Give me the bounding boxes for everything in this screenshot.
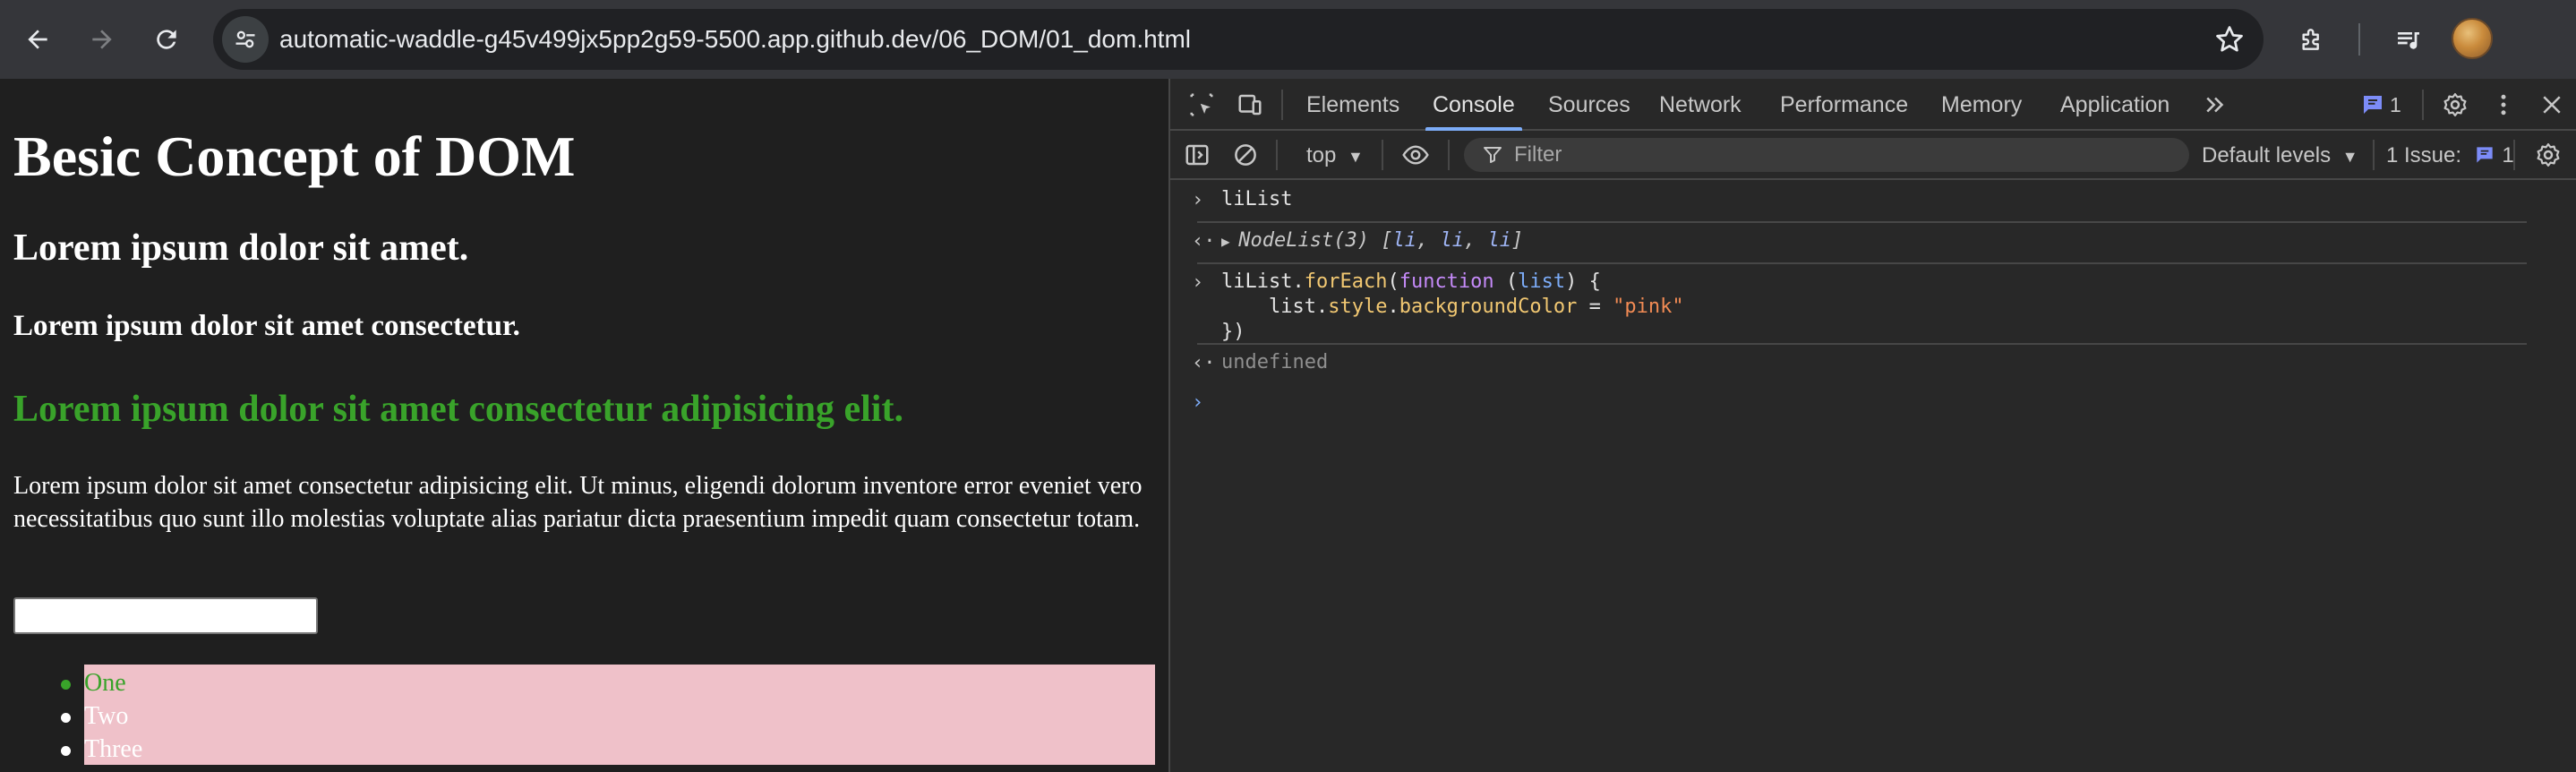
playlist-music-icon bbox=[2398, 32, 2419, 49]
page-heading-h2: Lorem ipsum dolor sit amet. bbox=[13, 227, 469, 269]
context-label: top bbox=[1306, 143, 1337, 167]
output-return-icon: ‹· bbox=[1192, 352, 1216, 374]
log-levels-dropdown[interactable]: Default levels ▼ bbox=[2202, 131, 2358, 180]
tab-application[interactable]: Application bbox=[2060, 79, 2169, 131]
log-levels-label: Default levels bbox=[2202, 143, 2332, 167]
profile-avatar[interactable] bbox=[2452, 18, 2493, 59]
console-input-forEach[interactable]: liList.forEach(function (list) { list.st… bbox=[1221, 270, 1684, 345]
tab-memory[interactable]: Memory bbox=[1941, 79, 2022, 131]
context-selector[interactable]: top ▼ bbox=[1306, 131, 1364, 180]
tab-console[interactable]: Console bbox=[1425, 79, 1522, 131]
messages-count[interactable]: 1 bbox=[2390, 91, 2401, 118]
output-return-icon: ‹· bbox=[1192, 230, 1216, 253]
nodelist-open: [ bbox=[1368, 229, 1393, 252]
console-filterbar: top ▼ Filter Default levels ▼ 1 Issue: 1 bbox=[1170, 131, 2576, 180]
row-divider bbox=[1197, 343, 2527, 345]
device-toolbar-icon[interactable] bbox=[1235, 90, 1265, 120]
reload-icon bbox=[157, 30, 176, 49]
bookmark-star-icon[interactable] bbox=[2213, 23, 2246, 56]
toolbar-divider bbox=[2358, 23, 2360, 56]
list-item-two: Two bbox=[84, 702, 129, 730]
nodelist-label: NodeList(3) bbox=[1238, 229, 1369, 252]
tabbar-divider bbox=[1281, 90, 1283, 120]
live-expression-eye-icon[interactable] bbox=[1398, 140, 1433, 170]
console-settings-gear-icon[interactable] bbox=[2533, 140, 2563, 170]
input-text: liList bbox=[1221, 188, 1293, 210]
back-button[interactable] bbox=[14, 16, 61, 63]
tabbar-divider bbox=[2422, 90, 2424, 120]
list-bullet bbox=[61, 680, 71, 690]
settings-gear-icon[interactable] bbox=[2440, 90, 2470, 120]
list-bullet bbox=[61, 713, 71, 723]
filterbar-divider bbox=[2513, 140, 2515, 170]
media-controls-button[interactable] bbox=[2385, 16, 2432, 63]
console-input-liList[interactable]: liList bbox=[1221, 187, 1292, 212]
row-divider bbox=[1197, 262, 2527, 264]
arrow-left-icon bbox=[28, 30, 47, 49]
forward-button[interactable] bbox=[79, 16, 125, 63]
issues-button[interactable]: 1 Issue: 1 bbox=[2386, 131, 2514, 180]
list-item-three: Three bbox=[84, 735, 143, 763]
filterbar-divider bbox=[1276, 140, 1278, 170]
reload-button[interactable] bbox=[143, 16, 190, 63]
list-bullet bbox=[61, 746, 71, 756]
filter-funnel-icon bbox=[1484, 147, 1502, 163]
puzzle-icon bbox=[2302, 29, 2319, 50]
nodelist-item: li bbox=[1440, 229, 1464, 252]
row-divider bbox=[1197, 221, 2527, 223]
page-heading-h1: Besic Concept of DOM bbox=[13, 124, 576, 188]
expand-triangle-icon[interactable]: ▶ bbox=[1221, 233, 1238, 250]
nodelist-item: li bbox=[1392, 229, 1416, 252]
devtools-tabbar: Elements Console Sources Network Perform… bbox=[1170, 79, 2576, 131]
tab-elements[interactable]: Elements bbox=[1306, 79, 1399, 131]
filter-placeholder: Filter bbox=[1514, 142, 1562, 167]
sidebar-toggle-icon[interactable] bbox=[1183, 141, 1211, 169]
console-prompt-chevron-icon[interactable]: › bbox=[1192, 391, 1203, 414]
devtools-panel: Elements Console Sources Network Perform… bbox=[1168, 79, 2576, 772]
caret-down-icon: ▼ bbox=[1348, 148, 1364, 166]
console-output-undefined: undefined bbox=[1221, 351, 1329, 373]
more-tabs-chevron-icon[interactable] bbox=[2202, 91, 2229, 118]
page-heading-h3: Lorem ipsum dolor sit amet consectetur. bbox=[13, 310, 520, 342]
page-text-input[interactable] bbox=[13, 597, 318, 634]
arrow-right-icon bbox=[92, 30, 112, 49]
tab-network[interactable]: Network bbox=[1659, 79, 1742, 131]
page-paragraph: Lorem ipsum dolor sit amet consectetur a… bbox=[13, 472, 1143, 533]
page-heading-green: Lorem ipsum dolor sit amet consectetur a… bbox=[13, 389, 903, 430]
console-log[interactable]: › liList ‹· ▶ NodeList(3) [li, li, li] › liLi… bbox=[1170, 180, 2576, 772]
url-text[interactable]: automatic-waddle-g45v499jx5pp2g59-5500.a… bbox=[279, 9, 1191, 70]
tab-performance[interactable]: Performance bbox=[1780, 79, 1908, 131]
page-viewport: Besic Concept of DOM Lorem ipsum dolor s… bbox=[0, 79, 1168, 772]
console-filter-input[interactable]: Filter bbox=[1464, 138, 2189, 172]
input-chevron-icon: › bbox=[1192, 189, 1204, 211]
nodelist-item: li bbox=[1487, 229, 1511, 252]
filterbar-divider bbox=[2373, 140, 2375, 170]
tab-sources[interactable]: Sources bbox=[1548, 79, 1630, 131]
kebab-menu-icon[interactable] bbox=[2488, 90, 2519, 120]
list-pink-background bbox=[84, 665, 1155, 765]
filterbar-divider bbox=[1382, 140, 1383, 170]
list-item-one: One bbox=[84, 669, 126, 697]
filterbar-divider bbox=[1448, 140, 1450, 170]
close-devtools-icon[interactable] bbox=[2537, 90, 2567, 120]
clear-console-icon[interactable] bbox=[1231, 141, 1260, 169]
inspect-element-icon[interactable] bbox=[1186, 90, 1217, 120]
issues-label: 1 Issue: bbox=[2386, 143, 2462, 167]
caret-down-icon: ▼ bbox=[2341, 148, 2358, 166]
issues-count: 1 bbox=[2502, 143, 2514, 167]
messages-icon[interactable] bbox=[2359, 91, 2386, 118]
site-info-button[interactable] bbox=[222, 16, 269, 63]
input-chevron-icon: › bbox=[1192, 271, 1204, 294]
address-bar[interactable]: automatic-waddle-g45v499jx5pp2g59-5500.a… bbox=[213, 9, 2264, 70]
nodelist-close: ] bbox=[1511, 229, 1524, 252]
issue-message-icon bbox=[2477, 147, 2493, 163]
extensions-button[interactable] bbox=[2289, 16, 2335, 63]
browser-toolbar: automatic-waddle-g45v499jx5pp2g59-5500.a… bbox=[0, 0, 2576, 79]
console-output-nodelist[interactable]: ▶ NodeList(3) [li, li, li] bbox=[1221, 228, 1523, 254]
tune-icon bbox=[235, 30, 255, 48]
